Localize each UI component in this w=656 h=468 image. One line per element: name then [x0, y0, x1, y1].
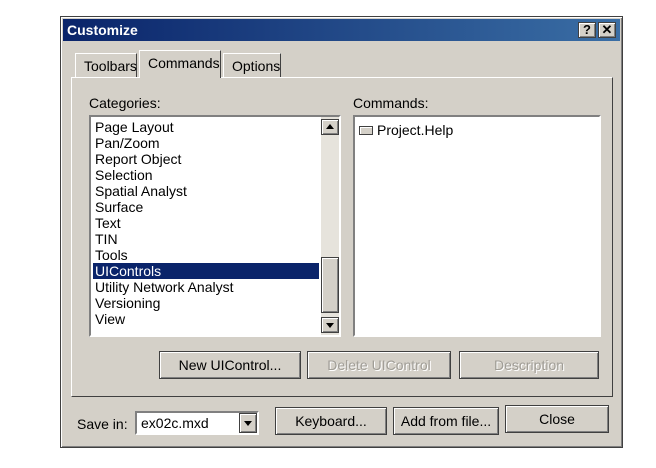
new-uicontrol-button[interactable]: New UIControl... — [159, 351, 301, 379]
category-item[interactable]: Report Object — [93, 151, 319, 167]
dialog-title: Customize — [67, 22, 138, 38]
commands-list[interactable]: Project.Help — [353, 115, 601, 337]
scroll-up-button[interactable] — [321, 119, 339, 135]
keyboard-button[interactable]: Keyboard... — [275, 407, 387, 435]
arrow-up-icon — [326, 124, 334, 129]
close-button[interactable]: Close — [505, 405, 609, 433]
tab-commands-label: Commands — [148, 55, 220, 71]
category-item[interactable]: Text — [93, 215, 319, 231]
delete-uicontrol-button[interactable]: Delete UIControl — [307, 351, 451, 379]
chevron-down-icon — [244, 421, 252, 426]
category-item[interactable]: Selection — [93, 167, 319, 183]
save-in-dropdown[interactable]: ex02c.mxd — [135, 411, 259, 435]
help-button[interactable]: ? — [578, 22, 596, 38]
dropdown-button[interactable] — [239, 413, 257, 433]
screenshot-root: Customize ? ✕ Toolbars Commands Options … — [0, 0, 656, 468]
categories-list[interactable]: Page Layout Pan/Zoom Report Object Selec… — [89, 115, 341, 337]
category-item[interactable]: View — [93, 311, 319, 327]
command-item-label: Project.Help — [377, 122, 454, 138]
tab-options[interactable]: Options — [223, 53, 281, 77]
customize-dialog: Customize ? ✕ Toolbars Commands Options … — [60, 16, 623, 448]
category-item[interactable]: Spatial Analyst — [93, 183, 319, 199]
category-item[interactable]: Utility Network Analyst — [93, 279, 319, 295]
category-item-selected[interactable]: UIControls — [93, 263, 319, 279]
category-item[interactable]: TIN — [93, 231, 319, 247]
category-item[interactable]: Page Layout — [93, 119, 319, 135]
close-icon: ✕ — [601, 22, 613, 37]
command-item[interactable]: Project.Help — [359, 121, 453, 139]
scroll-down-button[interactable] — [321, 317, 339, 333]
title-bar[interactable]: Customize ? ✕ — [63, 19, 620, 41]
save-in-label: Save in: — [77, 416, 128, 432]
category-item[interactable]: Pan/Zoom — [93, 135, 319, 151]
close-window-button[interactable]: ✕ — [598, 22, 616, 38]
arrow-down-icon — [326, 323, 334, 328]
categories-scrollbar[interactable] — [321, 117, 339, 335]
categories-label: Categories: — [89, 95, 161, 111]
add-from-file-button[interactable]: Add from file... — [393, 407, 499, 435]
tab-toolbars[interactable]: Toolbars — [75, 53, 137, 77]
tab-options-label: Options — [232, 58, 281, 74]
save-in-value: ex02c.mxd — [141, 415, 209, 431]
category-item[interactable]: Surface — [93, 199, 319, 215]
tab-commands[interactable]: Commands — [139, 50, 221, 78]
question-mark-icon: ? — [583, 22, 591, 37]
commands-label: Commands: — [353, 95, 429, 111]
category-item[interactable]: Tools — [93, 247, 319, 263]
tab-toolbars-label: Toolbars — [84, 58, 137, 74]
category-item[interactable]: Versioning — [93, 295, 319, 311]
button-command-icon — [359, 125, 373, 135]
scroll-thumb[interactable] — [321, 257, 339, 313]
description-button[interactable]: Description — [459, 351, 599, 379]
